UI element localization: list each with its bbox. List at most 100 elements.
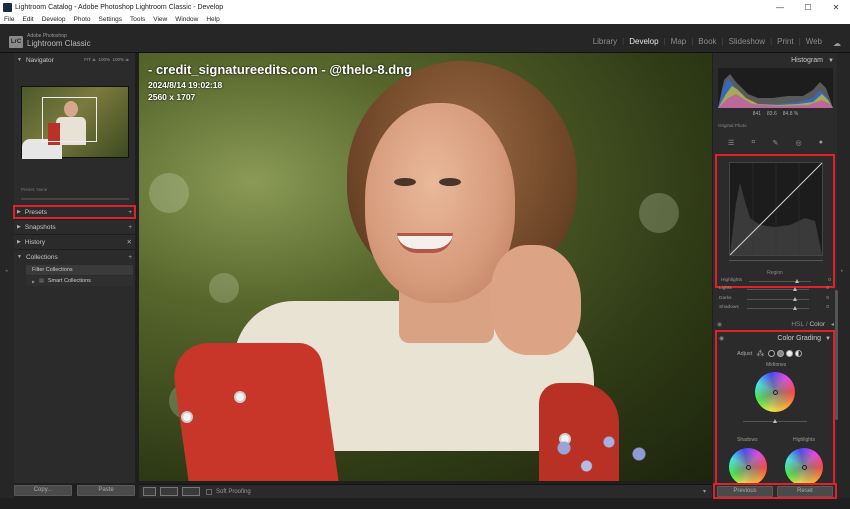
preview-zoom-rect[interactable] (42, 97, 97, 142)
close-button[interactable]: ✕ (822, 3, 850, 12)
global-wheel-icon[interactable] (795, 350, 803, 357)
crop-icon[interactable]: ⌗ (751, 139, 755, 147)
midtones-color-wheel[interactable] (755, 372, 795, 412)
add-snapshot-button[interactable]: + (128, 224, 132, 231)
loupe-view-icon[interactable] (143, 487, 156, 496)
soft-proofing-checkbox[interactable] (206, 488, 212, 495)
menu-bar: File Edit Develop Photo Settings Tools V… (0, 14, 850, 24)
slider-thumb[interactable] (793, 297, 797, 301)
slider-thumb[interactable] (793, 287, 797, 291)
shadows-slider[interactable]: Shadows 0 (719, 305, 831, 312)
slider-value[interactable]: 0 (826, 296, 829, 301)
slider-thumb[interactable] (795, 279, 799, 283)
highlights-label: Highlights (793, 437, 815, 443)
filter-collections-field[interactable]: Filter Collections (26, 265, 133, 275)
tone-curve-graph[interactable] (729, 162, 823, 256)
preset-amount-slider[interactable] (21, 198, 129, 200)
smart-collections-item[interactable]: ▶ ▤ Smart Collections (26, 276, 133, 286)
navigator-preview[interactable] (21, 86, 129, 159)
wheel-handle[interactable] (801, 464, 807, 470)
menu-window[interactable]: Window (175, 16, 198, 23)
collapse-left-icon[interactable]: ◂ (5, 268, 8, 274)
main-photo-view[interactable]: - credit_signatureedits.com - @thelo-8.d… (139, 53, 712, 481)
clear-history-button[interactable]: ✕ (127, 238, 132, 246)
highlights-color-wheel[interactable] (785, 448, 823, 486)
lights-slider[interactable]: Lights 0 (719, 286, 831, 293)
shadows-label: Shadows (737, 437, 758, 443)
module-develop[interactable]: Develop (629, 37, 658, 46)
menu-tools[interactable]: Tools (130, 16, 145, 23)
collapse-right-icon[interactable]: ▸ (841, 268, 844, 274)
slider-track[interactable] (747, 289, 809, 290)
darks-slider[interactable]: Darks 0 (719, 296, 831, 303)
history-header[interactable]: ▶ History ✕ (14, 236, 135, 248)
collections-header[interactable]: ▼ Collections + (14, 251, 135, 263)
zoom-ratio[interactable]: 100% ≑ (112, 57, 129, 62)
zoom-fill[interactable]: 100% (98, 57, 110, 62)
slider-value[interactable]: 0 (826, 305, 829, 310)
menu-view[interactable]: View (153, 16, 167, 23)
right-panel: Histogram ▼ 841 83.6 84.8 % Original Pho… (713, 53, 837, 497)
hsl-label[interactable]: HSL (791, 321, 804, 328)
zoom-fit[interactable]: FIT ≑ (84, 57, 96, 62)
menu-settings[interactable]: Settings (99, 16, 123, 23)
shadows-color-wheel[interactable] (729, 448, 767, 486)
midtones-luminance-thumb[interactable] (773, 419, 777, 423)
histogram[interactable] (718, 68, 833, 108)
copy-button[interactable]: Copy... (14, 485, 72, 496)
slider-track[interactable] (747, 308, 809, 309)
three-way-icon[interactable]: ⁂ (756, 349, 764, 358)
masking-icon[interactable]: ● (819, 139, 823, 147)
shadows-wheel-icon[interactable] (768, 350, 776, 357)
highlights-wheel-icon[interactable] (786, 350, 794, 357)
slider-value[interactable]: 0 (828, 278, 831, 283)
color-label[interactable]: Color (809, 321, 825, 328)
maximize-button[interactable]: ☐ (794, 3, 822, 12)
midtones-wheel-icon[interactable] (777, 350, 785, 357)
module-slideshow[interactable]: Slideshow (729, 37, 765, 46)
module-book[interactable]: Book (698, 37, 716, 46)
toolbar-content-menu[interactable]: ▾ (703, 488, 706, 495)
minimize-button[interactable]: — (766, 3, 794, 12)
curve-split-track[interactable] (729, 260, 823, 261)
presets-header[interactable]: ▶ Presets + (13, 205, 136, 219)
highlights-slider[interactable]: Highlights 0 (721, 278, 833, 285)
slider-track[interactable] (749, 281, 811, 282)
menu-develop[interactable]: Develop (42, 16, 66, 23)
edit-sliders-icon[interactable]: ☰ (728, 139, 734, 147)
menu-file[interactable]: File (4, 16, 14, 23)
menu-photo[interactable]: Photo (74, 16, 91, 23)
slider-track[interactable] (747, 299, 809, 300)
before-after-icon[interactable] (182, 487, 200, 496)
module-print[interactable]: Print (777, 37, 793, 46)
wheel-handle[interactable] (772, 389, 778, 395)
module-web[interactable]: Web (806, 37, 822, 46)
previous-button[interactable]: Previous (717, 485, 773, 497)
navigator-header[interactable]: ▼ Navigator FIT ≑ 100% 100% ≑ (14, 54, 135, 66)
visibility-eye-icon[interactable]: ◉ (717, 321, 722, 328)
right-panel-scrollbar[interactable] (835, 290, 838, 420)
module-map[interactable]: Map (671, 37, 687, 46)
slider-value[interactable]: 0 (826, 286, 829, 291)
wheel-handle[interactable] (745, 464, 751, 470)
reset-button[interactable]: Reset (777, 485, 833, 497)
visibility-eye-icon[interactable]: ◉ (719, 335, 724, 342)
module-separator: | (691, 37, 694, 46)
app-icon (3, 2, 12, 12)
paste-button[interactable]: Paste (77, 485, 135, 496)
add-collection-button[interactable]: + (128, 254, 132, 261)
red-eye-icon[interactable]: ◎ (795, 139, 801, 147)
menu-help[interactable]: Help (206, 16, 219, 23)
reference-view-icon[interactable] (160, 487, 178, 496)
cloud-sync-icon[interactable]: ☁ (833, 39, 845, 48)
histogram-header[interactable]: Histogram ▼ (713, 54, 837, 67)
snapshots-header[interactable]: ▶ Snapshots + (14, 221, 135, 233)
slider-thumb[interactable] (793, 306, 797, 310)
hsl-color-header[interactable]: ◉ HSL / Color ◂ (713, 319, 837, 330)
healing-icon[interactable]: ✎ (772, 139, 778, 147)
module-library[interactable]: Library (593, 37, 617, 46)
collapse-triangle-icon: ◂ (830, 322, 834, 328)
menu-edit[interactable]: Edit (22, 16, 33, 23)
add-preset-button[interactable]: + (128, 209, 132, 216)
color-grading-header[interactable]: ◉ Color Grading ▼ (717, 333, 833, 344)
